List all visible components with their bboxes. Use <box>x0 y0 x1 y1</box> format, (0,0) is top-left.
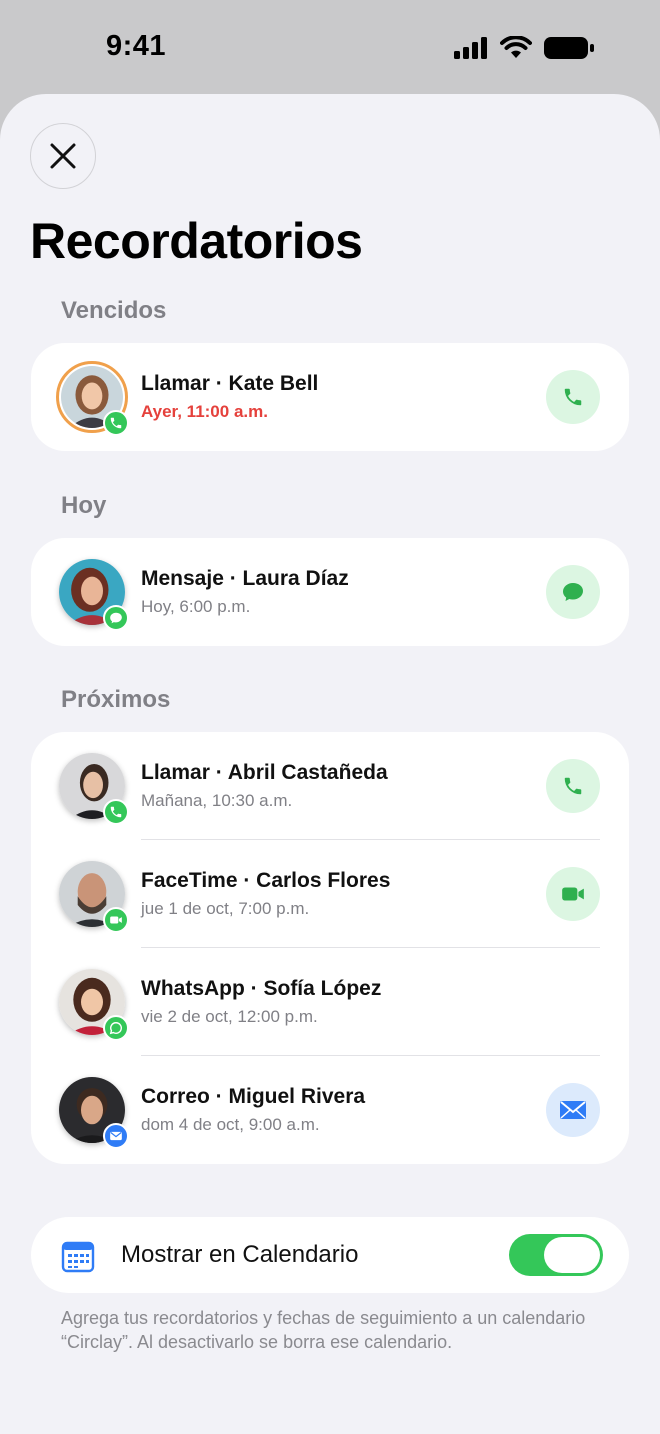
contact-avatar <box>56 361 129 436</box>
phone-badge-icon <box>103 799 129 825</box>
video-badge-icon <box>103 907 129 933</box>
reminder-due-date: Ayer, 11:00 a.m. <box>141 402 268 421</box>
toggle-knob <box>544 1237 600 1273</box>
call-button[interactable] <box>546 759 600 813</box>
message-button[interactable] <box>546 565 600 619</box>
status-time: 9:41 <box>106 30 167 62</box>
overdue-reminders-card: Llamar · Kate Bell Ayer, 11:00 a.m. <box>31 343 629 451</box>
upcoming-reminders-card: Llamar · Abril Castañeda Mañana, 10:30 a… <box>31 732 629 1164</box>
phone-icon <box>564 777 582 795</box>
close-icon <box>50 143 76 169</box>
today-reminders-card: Mensaje · Laura Díaz Hoy, 6:00 p.m. <box>31 538 629 646</box>
status-icons <box>454 34 594 62</box>
reminder-row[interactable]: Mensaje · Laura Díaz Hoy, 6:00 p.m. <box>31 538 629 646</box>
reminder-due-date: vie 2 de oct, 12:00 p.m. <box>141 1007 318 1026</box>
reminder-row[interactable]: Correo · Miguel Rivera dom 4 de oct, 9:0… <box>31 1056 629 1164</box>
cellular-signal-icon <box>454 37 487 59</box>
message-bubble-icon <box>563 583 583 601</box>
reminder-title: Mensaje · Laura Díaz <box>141 567 349 590</box>
wifi-icon <box>500 36 532 58</box>
envelope-icon <box>560 1101 586 1119</box>
reminder-title: WhatsApp · Sofía López <box>141 977 382 1000</box>
whatsapp-badge-icon <box>103 1015 129 1041</box>
reminder-due-date: Mañana, 10:30 a.m. <box>141 791 293 810</box>
facetime-button[interactable] <box>546 867 600 921</box>
battery-icon <box>544 37 594 59</box>
reminder-due-date: dom 4 de oct, 9:00 a.m. <box>141 1115 320 1134</box>
reminder-row[interactable]: Llamar · Abril Castañeda Mañana, 10:30 a… <box>31 732 629 840</box>
close-button[interactable] <box>30 123 96 189</box>
reminder-title: Correo · Miguel Rivera <box>141 1085 366 1108</box>
phone-badge-icon <box>103 410 129 436</box>
contact-avatar <box>59 969 129 1041</box>
calendar-icon <box>61 1241 95 1273</box>
show-in-calendar-toggle[interactable] <box>509 1234 603 1276</box>
contact-avatar <box>59 559 129 631</box>
show-in-calendar-label: Mostrar en Calendario <box>121 1241 359 1268</box>
mail-badge-icon <box>103 1123 129 1149</box>
reminder-title: Llamar · Abril Castañeda <box>141 761 388 784</box>
page-title: Recordatorios <box>30 213 363 269</box>
contact-avatar <box>59 861 129 933</box>
section-label-overdue: Vencidos <box>61 297 167 324</box>
calendar-footnote: Agrega tus recordatorios y fechas de seg… <box>61 1308 586 1352</box>
video-camera-icon <box>562 887 584 901</box>
reminder-row[interactable]: WhatsApp · Sofía López vie 2 de oct, 12:… <box>31 948 629 1056</box>
email-button[interactable] <box>546 1083 600 1137</box>
section-label-upcoming: Próximos <box>61 686 171 713</box>
show-in-calendar-setting: Mostrar en Calendario <box>31 1217 629 1293</box>
reminder-title: FaceTime · Carlos Flores <box>141 869 391 892</box>
reminders-sheet: Recordatorios Vencidos Llamar · Kate Bel… <box>0 94 660 1434</box>
section-label-today: Hoy <box>61 492 107 519</box>
reminder-row[interactable]: FaceTime · Carlos Flores jue 1 de oct, 7… <box>31 840 629 948</box>
contact-avatar <box>59 1077 129 1149</box>
phone-icon <box>564 388 582 406</box>
call-button[interactable] <box>546 370 600 424</box>
status-bar: 9:41 <box>0 0 660 94</box>
message-badge-icon <box>103 605 129 631</box>
contact-avatar <box>59 753 129 825</box>
reminder-title: Llamar · Kate Bell <box>141 372 319 395</box>
reminder-due-date: Hoy, 6:00 p.m. <box>141 597 251 616</box>
reminder-due-date: jue 1 de oct, 7:00 p.m. <box>141 899 310 918</box>
reminder-row[interactable]: Llamar · Kate Bell Ayer, 11:00 a.m. <box>31 343 629 451</box>
